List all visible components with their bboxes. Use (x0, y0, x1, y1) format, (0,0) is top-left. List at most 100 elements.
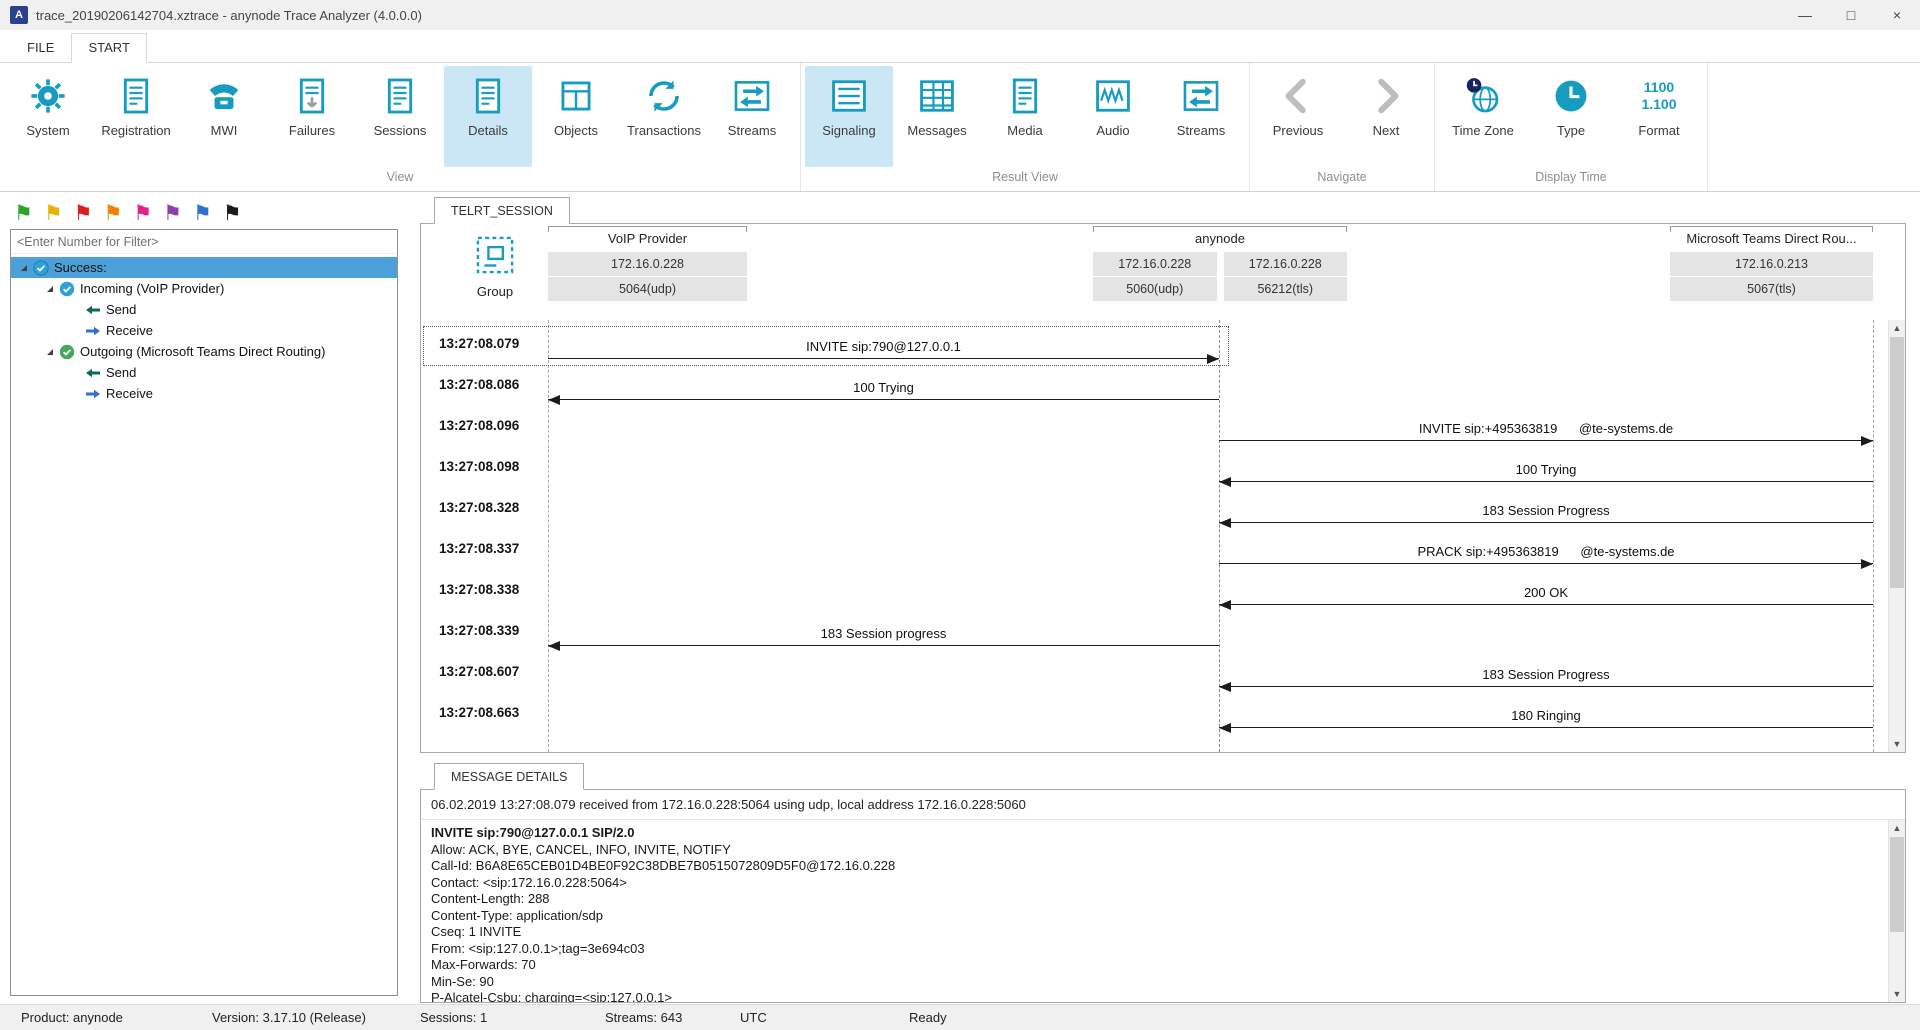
window-controls: — □ × (1782, 0, 1920, 30)
message-body: INVITE sip:790@127.0.0.1 SIP/2.0 Allow: A… (421, 821, 1888, 1002)
scrollbar-thumb[interactable] (1890, 337, 1904, 588)
diagram-scrollbar[interactable]: ▲ ▼ (1888, 320, 1905, 752)
ribbon-button-label: Time Zone (1452, 123, 1514, 138)
ribbon-button-messages[interactable]: Messages (893, 66, 981, 167)
message-row[interactable]: 13:27:08.339 183 Session progress (421, 612, 1888, 653)
tree-expander-icon[interactable] (43, 286, 57, 292)
scroll-down-icon[interactable]: ▼ (1889, 736, 1905, 752)
ribbon-button-streams[interactable]: Streams (1157, 66, 1245, 167)
tree-expander-icon[interactable] (43, 349, 57, 355)
ribbon-button-media[interactable]: Media (981, 66, 1069, 167)
filter-input[interactable] (11, 230, 397, 254)
details-scrollbar[interactable]: ▲ ▼ (1888, 820, 1905, 1002)
ribbon-button-mwi[interactable]: MWI (180, 66, 268, 167)
title-bar: A trace_20190206142704.xztrace - anynode… (0, 0, 1920, 30)
ribbon-button-time-zone[interactable]: Time Zone (1439, 66, 1527, 167)
anynode-tls-column: 172.16.0.228 56212(tls) (1223, 251, 1347, 301)
ribbon-button-signaling[interactable]: Signaling (805, 66, 893, 167)
scrollbar-thumb[interactable] (1890, 837, 1904, 932)
participant-port: 5064(udp) (548, 277, 747, 301)
sidebar: ⚑ ⚑ ⚑ ⚑ ⚑ ⚑ ⚑ ⚑ Success: Incoming (VoIP Provider… (0, 192, 406, 1004)
refresh-icon (645, 74, 683, 118)
menu-bar: FILE START (0, 30, 1920, 63)
message-row[interactable]: 13:27:08.079 INVITE sip:790@127.0.0.1 (421, 325, 1888, 366)
scroll-down-icon[interactable]: ▼ (1889, 986, 1905, 1002)
flag-orange-icon[interactable]: ⚑ (103, 203, 122, 224)
clock-icon (1552, 74, 1590, 118)
ribbon-group-result-view: Signaling Messages Media Audio Streams Result… (801, 63, 1250, 191)
session-tab[interactable]: TELRT_SESSION (434, 197, 570, 224)
message-row[interactable]: 13:27:08.328 183 Session Progress (421, 489, 1888, 530)
flag-purple-icon[interactable]: ⚑ (163, 203, 182, 224)
minimize-button[interactable]: — (1782, 0, 1828, 30)
streams-box-icon (733, 74, 771, 118)
ribbon-button-previous[interactable]: Previous (1254, 66, 1342, 167)
status-sessions: Sessions: 1 (420, 1010, 488, 1025)
ribbon-button-sessions[interactable]: Sessions (356, 66, 444, 167)
ribbon-group-view: System Registration MWI Failures Sessions Det… (0, 63, 801, 191)
status-timezone: UTC (740, 1010, 767, 1025)
message-details-panel: 06.02.2019 13:27:08.079 received from 17… (420, 789, 1906, 1003)
ribbon-button-streams[interactable]: Streams (708, 66, 796, 167)
message-row[interactable]: 13:27:08.663 180 Ringing (421, 694, 1888, 735)
tree-item-receive[interactable]: Receive (11, 320, 397, 341)
ribbon-button-registration[interactable]: Registration (92, 66, 180, 167)
tree-item-outgoing-microsoft-teams-direct-routing[interactable]: Outgoing (Microsoft Teams Direct Routing… (11, 341, 397, 362)
flag-black-icon[interactable]: ⚑ (223, 203, 242, 224)
message-row[interactable]: 13:27:08.607 183 Session Progress (421, 653, 1888, 694)
tree-item-incoming-voip-provider[interactable]: Incoming (VoIP Provider) (11, 278, 397, 299)
app-icon: A (10, 6, 28, 24)
ribbon-group-label: View (386, 170, 414, 184)
tree-item-success[interactable]: Success: (11, 257, 397, 278)
group-icon (474, 236, 516, 280)
tree-item-send[interactable]: Send (11, 362, 397, 383)
ribbon-button-transactions[interactable]: Transactions (620, 66, 708, 167)
close-button[interactable]: × (1874, 0, 1920, 30)
ribbon-button-objects[interactable]: Objects (532, 66, 620, 167)
scroll-up-icon[interactable]: ▲ (1889, 320, 1905, 336)
tab-start[interactable]: START (71, 33, 147, 63)
ribbon-group-buttons: Time Zone Type 1100 1.100 Format (1435, 63, 1707, 167)
maximize-button[interactable]: □ (1828, 0, 1874, 30)
ribbon: System Registration MWI Failures Sessions Det… (0, 62, 1920, 192)
arrowhead-right-icon (1207, 354, 1219, 364)
flag-yellow-icon[interactable]: ⚑ (44, 203, 63, 224)
message-row[interactable]: 13:27:08.086 100 Trying (421, 366, 1888, 407)
flag-green-icon[interactable]: ⚑ (14, 203, 33, 224)
ribbon-button-system[interactable]: System (4, 66, 92, 167)
flag-red-icon[interactable]: ⚑ (74, 203, 93, 224)
ribbon-group-display-time: Time Zone Type 1100 1.100 Format Display Time (1435, 63, 1708, 191)
message-label: 183 Session progress (820, 626, 947, 641)
ribbon-button-type[interactable]: Type (1527, 66, 1615, 167)
ribbon-button-next[interactable]: Next (1342, 66, 1430, 167)
message-arrow: PRACK sip:+495363819 @te-systems.de (1219, 537, 1873, 569)
flag-magenta-icon[interactable]: ⚑ (133, 203, 152, 224)
message-details-tab[interactable]: MESSAGE DETAILS (434, 763, 585, 790)
tree-item-label: Incoming (VoIP Provider) (80, 281, 225, 296)
tree-item-label: Receive (106, 386, 153, 401)
ribbon-button-details[interactable]: Details (444, 66, 532, 167)
message-row[interactable]: 13:27:08.337 PRACK sip:+495363819 @te-sys… (421, 530, 1888, 571)
message-label: 100 Trying (853, 380, 914, 395)
ribbon-button-format[interactable]: 1100 1.100 Format (1615, 66, 1703, 167)
message-arrow: 183 Session progress (548, 619, 1219, 651)
format-1100-icon: 1100 1.100 (1641, 79, 1677, 112)
tree-expander-icon[interactable] (17, 265, 31, 271)
message-row[interactable]: 13:27:08.098 100 Trying (421, 448, 1888, 489)
message-row[interactable]: 13:27:08.338 200 OK (421, 571, 1888, 612)
ribbon-button-failures[interactable]: Failures (268, 66, 356, 167)
tree-item-label: Receive (106, 323, 153, 338)
tree-item-receive[interactable]: Receive (11, 383, 397, 404)
flag-blue-icon[interactable]: ⚑ (193, 203, 212, 224)
message-arrow: 183 Session Progress (1219, 660, 1873, 692)
scroll-up-icon[interactable]: ▲ (1889, 820, 1905, 836)
tab-file[interactable]: FILE (10, 33, 71, 63)
signal-list-icon (830, 74, 868, 118)
ribbon-button-audio[interactable]: Audio (1069, 66, 1157, 167)
tree-item-send[interactable]: Send (11, 299, 397, 320)
message-arrow: 180 Ringing (1219, 701, 1873, 733)
check-circle-blue-icon (59, 281, 75, 297)
message-row[interactable]: 13:27:08.096 INVITE sip:+495363819 @te-sy… (421, 407, 1888, 448)
chevron-left-icon (1279, 74, 1317, 118)
participant-name: VoIP Provider (548, 226, 747, 251)
